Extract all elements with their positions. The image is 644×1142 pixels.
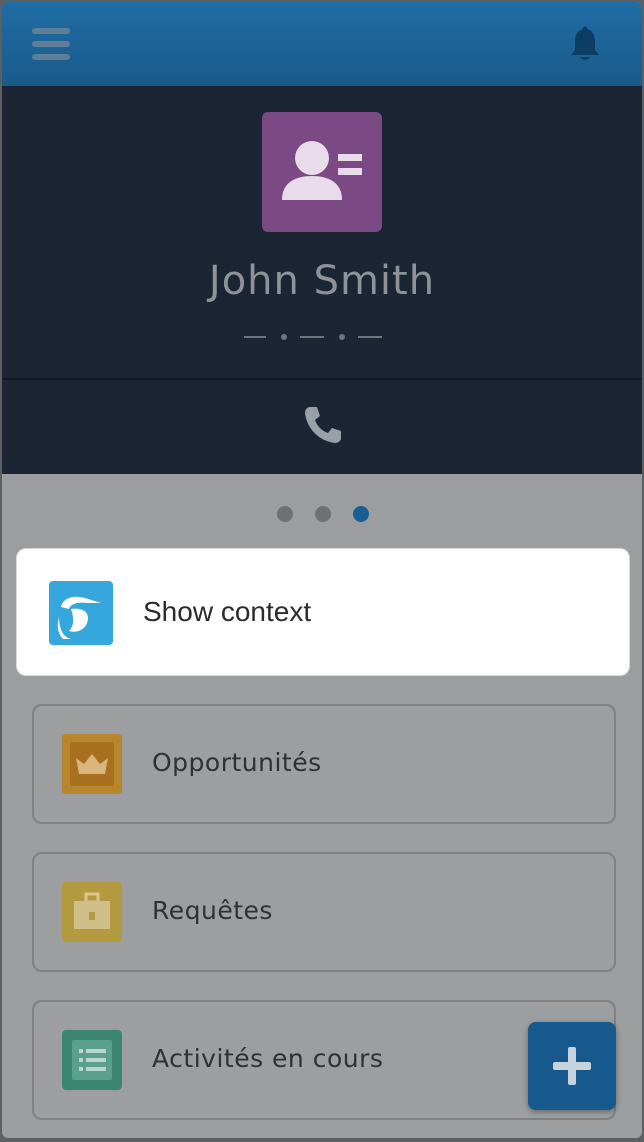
contact-name: John Smith	[208, 258, 436, 304]
menu-icon[interactable]	[32, 28, 70, 60]
plus-icon	[553, 1047, 591, 1085]
related-list-opportunities[interactable]: Opportunités	[32, 704, 616, 824]
show-context-button[interactable]: Show context	[16, 548, 630, 676]
related-list-cases[interactable]: Requêtes	[32, 852, 616, 972]
list-label: Requêtes	[152, 896, 273, 925]
add-button[interactable]	[528, 1022, 616, 1110]
pager-dot[interactable]	[315, 506, 331, 522]
briefcase-icon	[62, 882, 122, 942]
top-bar	[2, 2, 642, 86]
phone-icon[interactable]	[302, 404, 344, 446]
app-frame: John Smith Show context Opportunités Req…	[2, 2, 642, 1138]
header-fields-placeholder	[244, 334, 382, 340]
crown-icon	[62, 734, 122, 794]
action-bar	[2, 380, 642, 474]
pager-dots	[2, 506, 642, 524]
list-icon	[62, 1030, 122, 1090]
contact-icon	[262, 112, 382, 232]
pager-dot[interactable]	[277, 506, 293, 522]
show-context-label: Show context	[143, 596, 312, 627]
bell-icon[interactable]	[568, 26, 602, 64]
list-label: Activités en cours	[152, 1044, 384, 1073]
list-label: Opportunités	[152, 748, 322, 777]
pager-dot-active[interactable]	[353, 506, 369, 522]
app-logo-icon	[49, 581, 113, 645]
record-header: John Smith	[2, 86, 642, 378]
